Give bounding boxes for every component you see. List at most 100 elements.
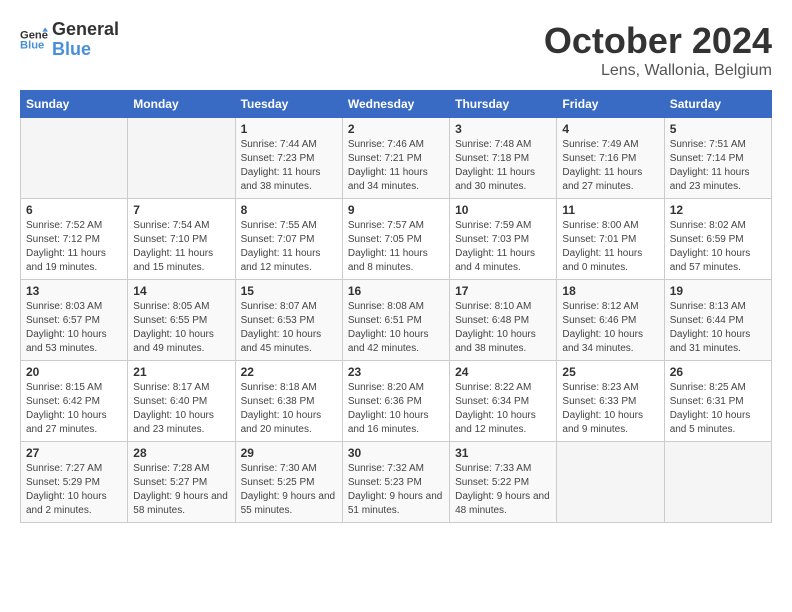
table-row: 22 Sunrise: 8:18 AMSunset: 6:38 PMDaylig… [235,361,342,442]
table-row [557,442,664,523]
day-number: 21 [133,365,229,379]
header-monday: Monday [128,91,235,118]
day-info: Sunrise: 7:44 AMSunset: 7:23 PMDaylight:… [241,139,321,192]
day-info: Sunrise: 7:27 AMSunset: 5:29 PMDaylight:… [26,463,107,516]
day-info: Sunrise: 8:10 AMSunset: 6:48 PMDaylight:… [455,301,536,354]
table-row: 20 Sunrise: 8:15 AMSunset: 6:42 PMDaylig… [21,361,128,442]
day-number: 28 [133,446,229,460]
day-number: 6 [26,203,122,217]
table-row: 31 Sunrise: 7:33 AMSunset: 5:22 PMDaylig… [450,442,557,523]
table-row: 26 Sunrise: 8:25 AMSunset: 6:31 PMDaylig… [664,361,771,442]
table-row: 1 Sunrise: 7:44 AMSunset: 7:23 PMDayligh… [235,118,342,199]
calendar-week-row: 6 Sunrise: 7:52 AMSunset: 7:12 PMDayligh… [21,199,772,280]
table-row: 25 Sunrise: 8:23 AMSunset: 6:33 PMDaylig… [557,361,664,442]
day-number: 31 [455,446,551,460]
day-info: Sunrise: 7:59 AMSunset: 7:03 PMDaylight:… [455,220,535,273]
day-number: 9 [348,203,444,217]
day-info: Sunrise: 8:00 AMSunset: 7:01 PMDaylight:… [562,220,642,273]
table-row: 9 Sunrise: 7:57 AMSunset: 7:05 PMDayligh… [342,199,449,280]
day-info: Sunrise: 8:20 AMSunset: 6:36 PMDaylight:… [348,382,429,435]
table-row: 16 Sunrise: 8:08 AMSunset: 6:51 PMDaylig… [342,280,449,361]
location-title: Lens, Wallonia, Belgium [544,62,772,80]
logo-text: GeneralBlue [52,20,119,60]
table-row: 23 Sunrise: 8:20 AMSunset: 6:36 PMDaylig… [342,361,449,442]
day-info: Sunrise: 8:05 AMSunset: 6:55 PMDaylight:… [133,301,214,354]
day-number: 27 [26,446,122,460]
table-row: 14 Sunrise: 8:05 AMSunset: 6:55 PMDaylig… [128,280,235,361]
day-number: 12 [670,203,766,217]
day-number: 26 [670,365,766,379]
day-number: 4 [562,122,658,136]
logo: General Blue GeneralBlue [20,20,119,60]
calendar-table: Sunday Monday Tuesday Wednesday Thursday… [20,90,772,523]
day-info: Sunrise: 7:49 AMSunset: 7:16 PMDaylight:… [562,139,642,192]
day-info: Sunrise: 7:57 AMSunset: 7:05 PMDaylight:… [348,220,428,273]
table-row: 7 Sunrise: 7:54 AMSunset: 7:10 PMDayligh… [128,199,235,280]
day-number: 3 [455,122,551,136]
day-info: Sunrise: 7:51 AMSunset: 7:14 PMDaylight:… [670,139,750,192]
day-number: 10 [455,203,551,217]
day-info: Sunrise: 7:52 AMSunset: 7:12 PMDaylight:… [26,220,106,273]
header-tuesday: Tuesday [235,91,342,118]
day-info: Sunrise: 7:28 AMSunset: 5:27 PMDaylight:… [133,463,228,516]
day-info: Sunrise: 7:48 AMSunset: 7:18 PMDaylight:… [455,139,535,192]
calendar-week-row: 20 Sunrise: 8:15 AMSunset: 6:42 PMDaylig… [21,361,772,442]
day-info: Sunrise: 7:32 AMSunset: 5:23 PMDaylight:… [348,463,443,516]
header-thursday: Thursday [450,91,557,118]
header-sunday: Sunday [21,91,128,118]
header-wednesday: Wednesday [342,91,449,118]
day-number: 17 [455,284,551,298]
table-row: 4 Sunrise: 7:49 AMSunset: 7:16 PMDayligh… [557,118,664,199]
day-number: 1 [241,122,337,136]
day-number: 8 [241,203,337,217]
day-number: 15 [241,284,337,298]
day-number: 19 [670,284,766,298]
weekday-header-row: Sunday Monday Tuesday Wednesday Thursday… [21,91,772,118]
calendar-week-row: 27 Sunrise: 7:27 AMSunset: 5:29 PMDaylig… [21,442,772,523]
table-row: 6 Sunrise: 7:52 AMSunset: 7:12 PMDayligh… [21,199,128,280]
day-info: Sunrise: 7:46 AMSunset: 7:21 PMDaylight:… [348,139,428,192]
calendar-week-row: 13 Sunrise: 8:03 AMSunset: 6:57 PMDaylig… [21,280,772,361]
day-info: Sunrise: 7:33 AMSunset: 5:22 PMDaylight:… [455,463,550,516]
table-row: 18 Sunrise: 8:12 AMSunset: 6:46 PMDaylig… [557,280,664,361]
table-row: 3 Sunrise: 7:48 AMSunset: 7:18 PMDayligh… [450,118,557,199]
table-row: 17 Sunrise: 8:10 AMSunset: 6:48 PMDaylig… [450,280,557,361]
day-number: 16 [348,284,444,298]
day-info: Sunrise: 8:08 AMSunset: 6:51 PMDaylight:… [348,301,429,354]
day-info: Sunrise: 8:23 AMSunset: 6:33 PMDaylight:… [562,382,643,435]
table-row: 15 Sunrise: 8:07 AMSunset: 6:53 PMDaylig… [235,280,342,361]
logo-icon: General Blue [20,26,48,54]
day-number: 29 [241,446,337,460]
day-number: 30 [348,446,444,460]
table-row: 13 Sunrise: 8:03 AMSunset: 6:57 PMDaylig… [21,280,128,361]
table-row: 8 Sunrise: 7:55 AMSunset: 7:07 PMDayligh… [235,199,342,280]
day-info: Sunrise: 7:54 AMSunset: 7:10 PMDaylight:… [133,220,213,273]
day-number: 23 [348,365,444,379]
day-info: Sunrise: 8:25 AMSunset: 6:31 PMDaylight:… [670,382,751,435]
day-number: 5 [670,122,766,136]
day-info: Sunrise: 8:02 AMSunset: 6:59 PMDaylight:… [670,220,751,273]
day-number: 24 [455,365,551,379]
day-number: 20 [26,365,122,379]
day-number: 18 [562,284,658,298]
table-row [21,118,128,199]
table-row: 10 Sunrise: 7:59 AMSunset: 7:03 PMDaylig… [450,199,557,280]
day-info: Sunrise: 8:15 AMSunset: 6:42 PMDaylight:… [26,382,107,435]
table-row: 11 Sunrise: 8:00 AMSunset: 7:01 PMDaylig… [557,199,664,280]
table-row: 29 Sunrise: 7:30 AMSunset: 5:25 PMDaylig… [235,442,342,523]
day-info: Sunrise: 8:18 AMSunset: 6:38 PMDaylight:… [241,382,322,435]
day-info: Sunrise: 7:55 AMSunset: 7:07 PMDaylight:… [241,220,321,273]
table-row: 27 Sunrise: 7:27 AMSunset: 5:29 PMDaylig… [21,442,128,523]
title-area: October 2024 Lens, Wallonia, Belgium [544,20,772,80]
table-row: 5 Sunrise: 7:51 AMSunset: 7:14 PMDayligh… [664,118,771,199]
table-row [128,118,235,199]
table-row [664,442,771,523]
page-header: General Blue GeneralBlue October 2024 Le… [20,20,772,80]
day-info: Sunrise: 8:03 AMSunset: 6:57 PMDaylight:… [26,301,107,354]
header-saturday: Saturday [664,91,771,118]
day-info: Sunrise: 7:30 AMSunset: 5:25 PMDaylight:… [241,463,336,516]
day-number: 7 [133,203,229,217]
table-row: 12 Sunrise: 8:02 AMSunset: 6:59 PMDaylig… [664,199,771,280]
table-row: 30 Sunrise: 7:32 AMSunset: 5:23 PMDaylig… [342,442,449,523]
day-number: 22 [241,365,337,379]
